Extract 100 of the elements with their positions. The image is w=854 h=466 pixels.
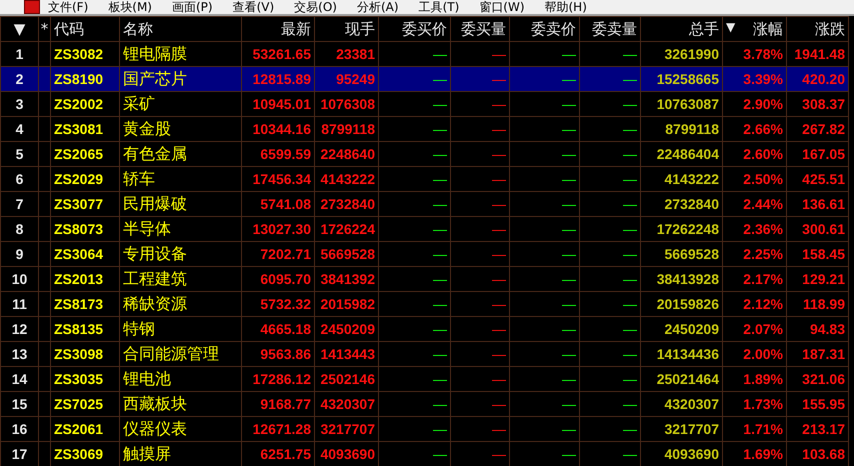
- column-header-sortable[interactable]: ▼ 涨幅: [722, 16, 786, 42]
- table-cell: 13: [0, 342, 38, 366]
- menu-item[interactable]: 帮助(H): [544, 0, 587, 14]
- table-cell: 2248640: [314, 142, 378, 166]
- table-cell: —: [378, 392, 450, 416]
- table-cell: 187.31: [786, 342, 848, 366]
- menu-item[interactable]: 工具(T): [418, 0, 460, 14]
- table-row[interactable]: 5 ZS2065 有色金属 6599.59 2248640 — — — — 22486404 2.60% 167.05: [0, 142, 848, 166]
- table-cell: 2.60%: [722, 142, 786, 166]
- table-cell: —: [450, 116, 510, 142]
- table-cell: —: [450, 292, 510, 316]
- menu-item[interactable]: 板块(M): [108, 0, 152, 14]
- table-cell: 213.17: [786, 416, 848, 442]
- table-cell: 12671.28: [242, 416, 314, 442]
- sort-indicator: ▼: [726, 20, 736, 34]
- table-row[interactable]: 14 ZS3035 锂电池 17286.12 2502146 — — — — 25021464 1.89% 321.06: [0, 366, 848, 392]
- column-header[interactable]: 最新: [242, 16, 314, 42]
- table-cell: —: [510, 392, 580, 416]
- menu-item[interactable]: 分析(A): [356, 0, 399, 14]
- table-cell: —: [450, 66, 510, 92]
- table-cell: 158.45: [786, 242, 848, 266]
- table-cell: 采矿: [120, 92, 242, 116]
- table-row[interactable]: 4 ZS3081 黄金股 10344.16 8799118 — — — — 8799118 2.66% 267.82: [0, 116, 848, 142]
- table-row[interactable]: 13 ZS3098 合同能源管理 9563.86 1413443 — — — — 14134436 2.00% 187.31: [0, 342, 848, 366]
- menu-item[interactable]: 画面(P): [172, 0, 213, 14]
- table-cell: —: [450, 342, 510, 366]
- table-cell: 300.61: [786, 216, 848, 242]
- table-cell: —: [450, 216, 510, 242]
- table-row[interactable]: 16 ZS2061 仪器仪表 12671.28 3217707 — — — — 3217707 1.71% 213.17: [0, 416, 848, 442]
- app-logo-icon: [24, 0, 40, 14]
- table-cell: 锂电池: [120, 366, 242, 392]
- table-cell: —: [580, 342, 640, 366]
- table-row[interactable]: 17 ZS3069 触摸屏 6251.75 4093690 — — — — 4093690 1.69% 103.68: [0, 442, 848, 466]
- table-cell: 308.37: [786, 92, 848, 116]
- table-cell: —: [378, 366, 450, 392]
- table-cell: ZS8073: [50, 216, 120, 242]
- table-cell: 民用爆破: [120, 192, 242, 216]
- table-cell: 2732840: [314, 192, 378, 216]
- table-cell: 8799118: [640, 116, 722, 142]
- table-cell: 有色金属: [120, 142, 242, 166]
- table-row[interactable]: 15 ZS7025 西藏板块 9168.77 4320307 — — — — 4320307 1.73% 155.95: [0, 392, 848, 416]
- table-cell: 仪器仪表: [120, 416, 242, 442]
- table-row[interactable]: 7 ZS3077 民用爆破 5741.08 2732840 — — — — 2732840 2.44% 136.61: [0, 192, 848, 216]
- table-cell: 1.71%: [722, 416, 786, 442]
- menu-item[interactable]: 查看(V): [232, 0, 274, 14]
- menu-item[interactable]: 交易(O): [294, 0, 337, 14]
- table-row[interactable]: 10 ZS2013 工程建筑 6095.70 3841392 — — — — 38413928 2.17% 129.21: [0, 266, 848, 292]
- menu-item[interactable]: 窗口(W): [479, 0, 524, 14]
- table-cell: 1726224: [314, 216, 378, 242]
- table-row[interactable]: 3 ZS2002 采矿 10945.01 1076308 — — — — 10763087 2.90% 308.37: [0, 92, 848, 116]
- table-cell: 半导体: [120, 216, 242, 242]
- table-cell: —: [510, 292, 580, 316]
- table-cell: —: [580, 66, 640, 92]
- table-row[interactable]: 11 ZS8173 稀缺资源 5732.32 2015982 — — — — 20159826 2.12% 118.99: [0, 292, 848, 316]
- table-cell: 95249: [314, 66, 378, 92]
- table-cell: 1.89%: [722, 366, 786, 392]
- column-header[interactable]: 总手: [640, 16, 722, 42]
- table-cell: 国产芯片: [120, 66, 242, 92]
- menu-item[interactable]: 文件(F): [48, 0, 88, 14]
- table-cell: —: [450, 142, 510, 166]
- table-cell: 10945.01: [242, 92, 314, 116]
- table-cell: ZS2013: [50, 266, 120, 292]
- table-cell: 4143222: [640, 166, 722, 192]
- table-row[interactable]: 12 ZS8135 特钢 4665.18 2450209 — — — — 2450209 2.07% 94.83: [0, 316, 848, 342]
- table-cell: ZS2061: [50, 416, 120, 442]
- table-row[interactable]: 6 ZS2029 轿车 17456.34 4143222 — — — — 4143222 2.50% 425.51: [0, 166, 848, 192]
- table-cell: 20159826: [640, 292, 722, 316]
- column-header[interactable]: 名称: [120, 16, 242, 42]
- table-cell: —: [510, 192, 580, 216]
- column-label: 涨幅: [753, 20, 783, 38]
- table-cell: —: [510, 142, 580, 166]
- table-cell: 420.20: [786, 66, 848, 92]
- table-row[interactable]: 2 ZS8190 国产芯片 12815.89 95249 — — — — 15258665 3.39% 420.20: [0, 66, 848, 92]
- table-cell: 6: [0, 166, 38, 192]
- column-header[interactable]: 委买量: [450, 16, 510, 42]
- table-cell: 黄金股: [120, 116, 242, 142]
- table-cell: 4665.18: [242, 316, 314, 342]
- column-header[interactable]: 委买价: [378, 16, 450, 42]
- column-header[interactable]: ▼: [0, 16, 38, 42]
- table-cell: 6599.59: [242, 142, 314, 166]
- table-row[interactable]: 9 ZS3064 专用设备 7202.71 5669528 — — — — 5669528 2.25% 158.45: [0, 242, 848, 266]
- table-cell: 9: [0, 242, 38, 266]
- table-cell: 6095.70: [242, 266, 314, 292]
- column-header[interactable]: 涨跌: [786, 16, 848, 42]
- column-header[interactable]: 委卖价: [510, 16, 580, 42]
- table-cell: 10344.16: [242, 116, 314, 142]
- column-header[interactable]: 现手: [314, 16, 378, 42]
- column-header[interactable]: *: [38, 16, 50, 42]
- table-cell: 2502146: [314, 366, 378, 392]
- table-cell: —: [378, 416, 450, 442]
- column-header[interactable]: 代码: [50, 16, 120, 42]
- table-cell: 2.44%: [722, 192, 786, 216]
- table-cell: ZS8173: [50, 292, 120, 316]
- column-header[interactable]: 委卖量: [580, 16, 640, 42]
- table-cell: 5669528: [640, 242, 722, 266]
- table-cell: —: [580, 316, 640, 342]
- table-cell: —: [450, 192, 510, 216]
- table-cell: —: [378, 292, 450, 316]
- table-row[interactable]: 8 ZS8073 半导体 13027.30 1726224 — — — — 17262248 2.36% 300.61: [0, 216, 848, 242]
- table-cell: 5: [0, 142, 38, 166]
